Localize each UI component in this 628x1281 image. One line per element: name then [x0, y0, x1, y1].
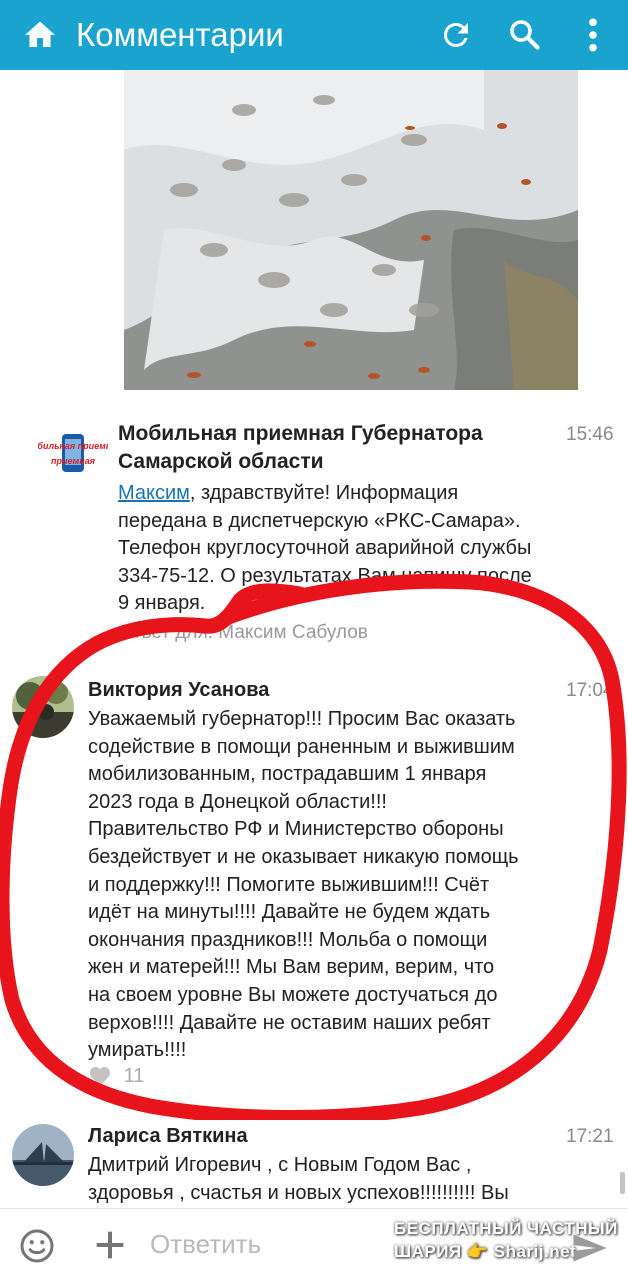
more-vert-icon[interactable]: [582, 16, 604, 54]
comment-time: 17:21: [566, 1126, 614, 1147]
avatar[interactable]: Мобильная приемная приемная: [38, 432, 108, 476]
page-title: Комментарии: [76, 16, 284, 53]
avatar[interactable]: [12, 676, 74, 738]
comment-time: 17:04: [566, 680, 614, 701]
svg-text:приемная: приемная: [51, 456, 96, 466]
refresh-icon[interactable]: [438, 17, 474, 53]
like-button[interactable]: 11: [88, 1064, 144, 1090]
comment-author[interactable]: Мобильная приемная Губернатора Самарской…: [118, 420, 483, 476]
comment-text: Дмитрий Игоревич , с Новым Годом Вас , з…: [88, 1154, 509, 1204]
avatar[interactable]: [12, 1124, 74, 1186]
comment-author[interactable]: Лариса Вяткина: [88, 1122, 248, 1150]
comment-text: Максим, здравствуйте! Информация передан…: [118, 482, 532, 615]
comment-text: Уважаемый губернатор!!! Просим Вас оказа…: [88, 708, 519, 1062]
comment-author[interactable]: Виктория Усанова: [88, 676, 269, 704]
comment-time: 15:46: [566, 424, 614, 445]
add-attachment-icon[interactable]: [94, 1229, 126, 1261]
search-icon[interactable]: [506, 16, 542, 52]
app-bar: Комментарии: [0, 0, 628, 70]
reply-input[interactable]: Ответить: [150, 1229, 261, 1260]
send-icon[interactable]: [572, 1233, 608, 1263]
like-count: 11: [123, 1065, 145, 1087]
emoji-icon[interactable]: [19, 1228, 55, 1264]
reply-to-label[interactable]: Ответ для: Максим Сабулов: [118, 622, 368, 644]
reply-bar: Ответить БЕСПЛАТНЫЙ ЧАСТНЫЙ ШАРИЯ 👉 Shar…: [0, 1208, 628, 1281]
heart-icon: [90, 1067, 110, 1086]
attached-photo[interactable]: [124, 70, 578, 390]
mention-link[interactable]: Максим: [118, 482, 190, 504]
scrollbar[interactable]: [620, 1172, 625, 1194]
home-icon[interactable]: [22, 17, 58, 53]
avatar-logo-text: Мобильная приемная: [38, 441, 108, 451]
